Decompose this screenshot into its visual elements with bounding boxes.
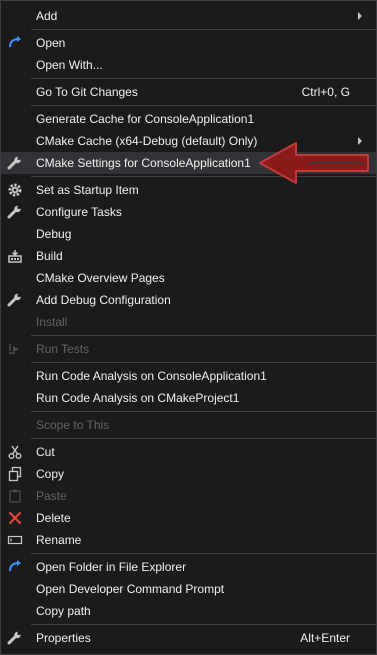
menu-item-label: Open With...	[36, 58, 103, 72]
menu-item-label: Set as Startup Item	[36, 183, 139, 197]
menu-item-configure-tasks[interactable]: Configure Tasks	[1, 201, 376, 223]
gear-icon	[7, 182, 23, 198]
menu-item-debug[interactable]: Debug	[1, 223, 376, 245]
menu-item-label: Add Debug Configuration	[36, 293, 171, 307]
menu-item-label: Open Folder in File Explorer	[36, 560, 187, 574]
menu-separator	[31, 29, 376, 30]
submenu-arrow-icon	[358, 12, 362, 20]
open-arrow-icon	[7, 559, 23, 575]
menu-item-label: Add	[36, 9, 58, 23]
menu-item-label: Cut	[36, 445, 55, 459]
menu-item-scope-to-this: Scope to This	[1, 414, 376, 436]
menu-item-run-code-analysis-consoleapplication1[interactable]: Run Code Analysis on ConsoleApplication1	[1, 365, 376, 387]
wrench-icon	[7, 292, 23, 308]
menu-item-open-folder-in-file-explorer[interactable]: Open Folder in File Explorer	[1, 556, 376, 578]
menu-item-label: Run Tests	[36, 342, 90, 356]
menu-item-label: Generate Cache for ConsoleApplication1	[36, 112, 255, 126]
solution-explorer-context-menu: Add Open Open With... Go To Git Changes …	[0, 0, 377, 655]
menu-item-add[interactable]: Add	[1, 5, 376, 27]
callout-arrow-icon	[256, 139, 372, 190]
delete-x-icon	[7, 510, 23, 526]
menu-item-label: Go To Git Changes	[36, 85, 138, 99]
menu-item-copy-path[interactable]: Copy path	[1, 600, 376, 622]
menu-item-cut[interactable]: Cut	[1, 441, 376, 463]
copy-icon	[7, 466, 23, 482]
scissors-icon	[7, 444, 23, 460]
rename-icon	[7, 532, 23, 548]
menu-item-open[interactable]: Open	[1, 32, 376, 54]
menu-item-shortcut: Ctrl+0, G	[301, 85, 350, 99]
menu-item-label: Configure Tasks	[36, 205, 122, 219]
menu-item-label: CMake Settings for ConsoleApplication1	[36, 156, 251, 170]
menu-separator	[31, 78, 376, 79]
menu-separator	[31, 553, 376, 554]
menu-separator	[31, 362, 376, 363]
menu-separator	[31, 438, 376, 439]
menu-item-properties[interactable]: Properties Alt+Enter	[1, 627, 376, 649]
menu-item-label: Copy path	[36, 604, 91, 618]
wrench-icon	[7, 630, 23, 646]
menu-item-label: Copy	[36, 467, 65, 481]
menu-item-label: Scope to This	[36, 418, 110, 432]
menu-item-label: Open	[36, 36, 66, 50]
menu-item-label: Run Code Analysis on CMakeProject1	[36, 391, 240, 405]
menu-item-delete[interactable]: Delete	[1, 507, 376, 529]
menu-separator	[31, 411, 376, 412]
menu-item-rename[interactable]: Rename	[1, 529, 376, 551]
menu-item-paste: Paste	[1, 485, 376, 507]
menu-item-build[interactable]: Build	[1, 245, 376, 267]
wrench-icon	[7, 204, 23, 220]
menu-item-label: Open Developer Command Prompt	[36, 582, 225, 596]
menu-item-label: Run Code Analysis on ConsoleApplication1	[36, 369, 267, 383]
menu-item-label: Delete	[36, 511, 71, 525]
menu-item-run-tests: Run Tests	[1, 338, 376, 360]
menu-item-label: Build	[36, 249, 63, 263]
run-tests-icon	[7, 341, 23, 357]
menu-item-label: CMake Overview Pages	[36, 271, 165, 285]
menu-item-label: CMake Cache (x64-Debug (default) Only)	[36, 134, 258, 148]
menu-item-label: Paste	[36, 489, 67, 503]
wrench-icon	[7, 155, 23, 171]
menu-item-add-debug-configuration[interactable]: Add Debug Configuration	[1, 289, 376, 311]
menu-item-label: Rename	[36, 533, 82, 547]
menu-item-label: Install	[36, 315, 68, 329]
menu-item-open-with[interactable]: Open With...	[1, 54, 376, 76]
menu-separator	[31, 335, 376, 336]
menu-item-go-to-git-changes[interactable]: Go To Git Changes Ctrl+0, G	[1, 81, 376, 103]
menu-item-cmake-overview-pages[interactable]: CMake Overview Pages	[1, 267, 376, 289]
menu-item-shortcut: Alt+Enter	[300, 631, 350, 645]
menu-item-install: Install	[1, 311, 376, 333]
build-icon	[7, 248, 23, 264]
menu-item-copy[interactable]: Copy	[1, 463, 376, 485]
menu-item-label: Properties	[36, 631, 91, 645]
open-arrow-icon	[7, 35, 23, 51]
menu-separator	[31, 105, 376, 106]
menu-item-generate-cache[interactable]: Generate Cache for ConsoleApplication1	[1, 108, 376, 130]
menu-separator	[31, 624, 376, 625]
menu-item-open-developer-command-prompt[interactable]: Open Developer Command Prompt	[1, 578, 376, 600]
menu-item-run-code-analysis-cmakeproject1[interactable]: Run Code Analysis on CMakeProject1	[1, 387, 376, 409]
menu-item-label: Debug	[36, 227, 72, 241]
paste-icon	[7, 488, 23, 504]
